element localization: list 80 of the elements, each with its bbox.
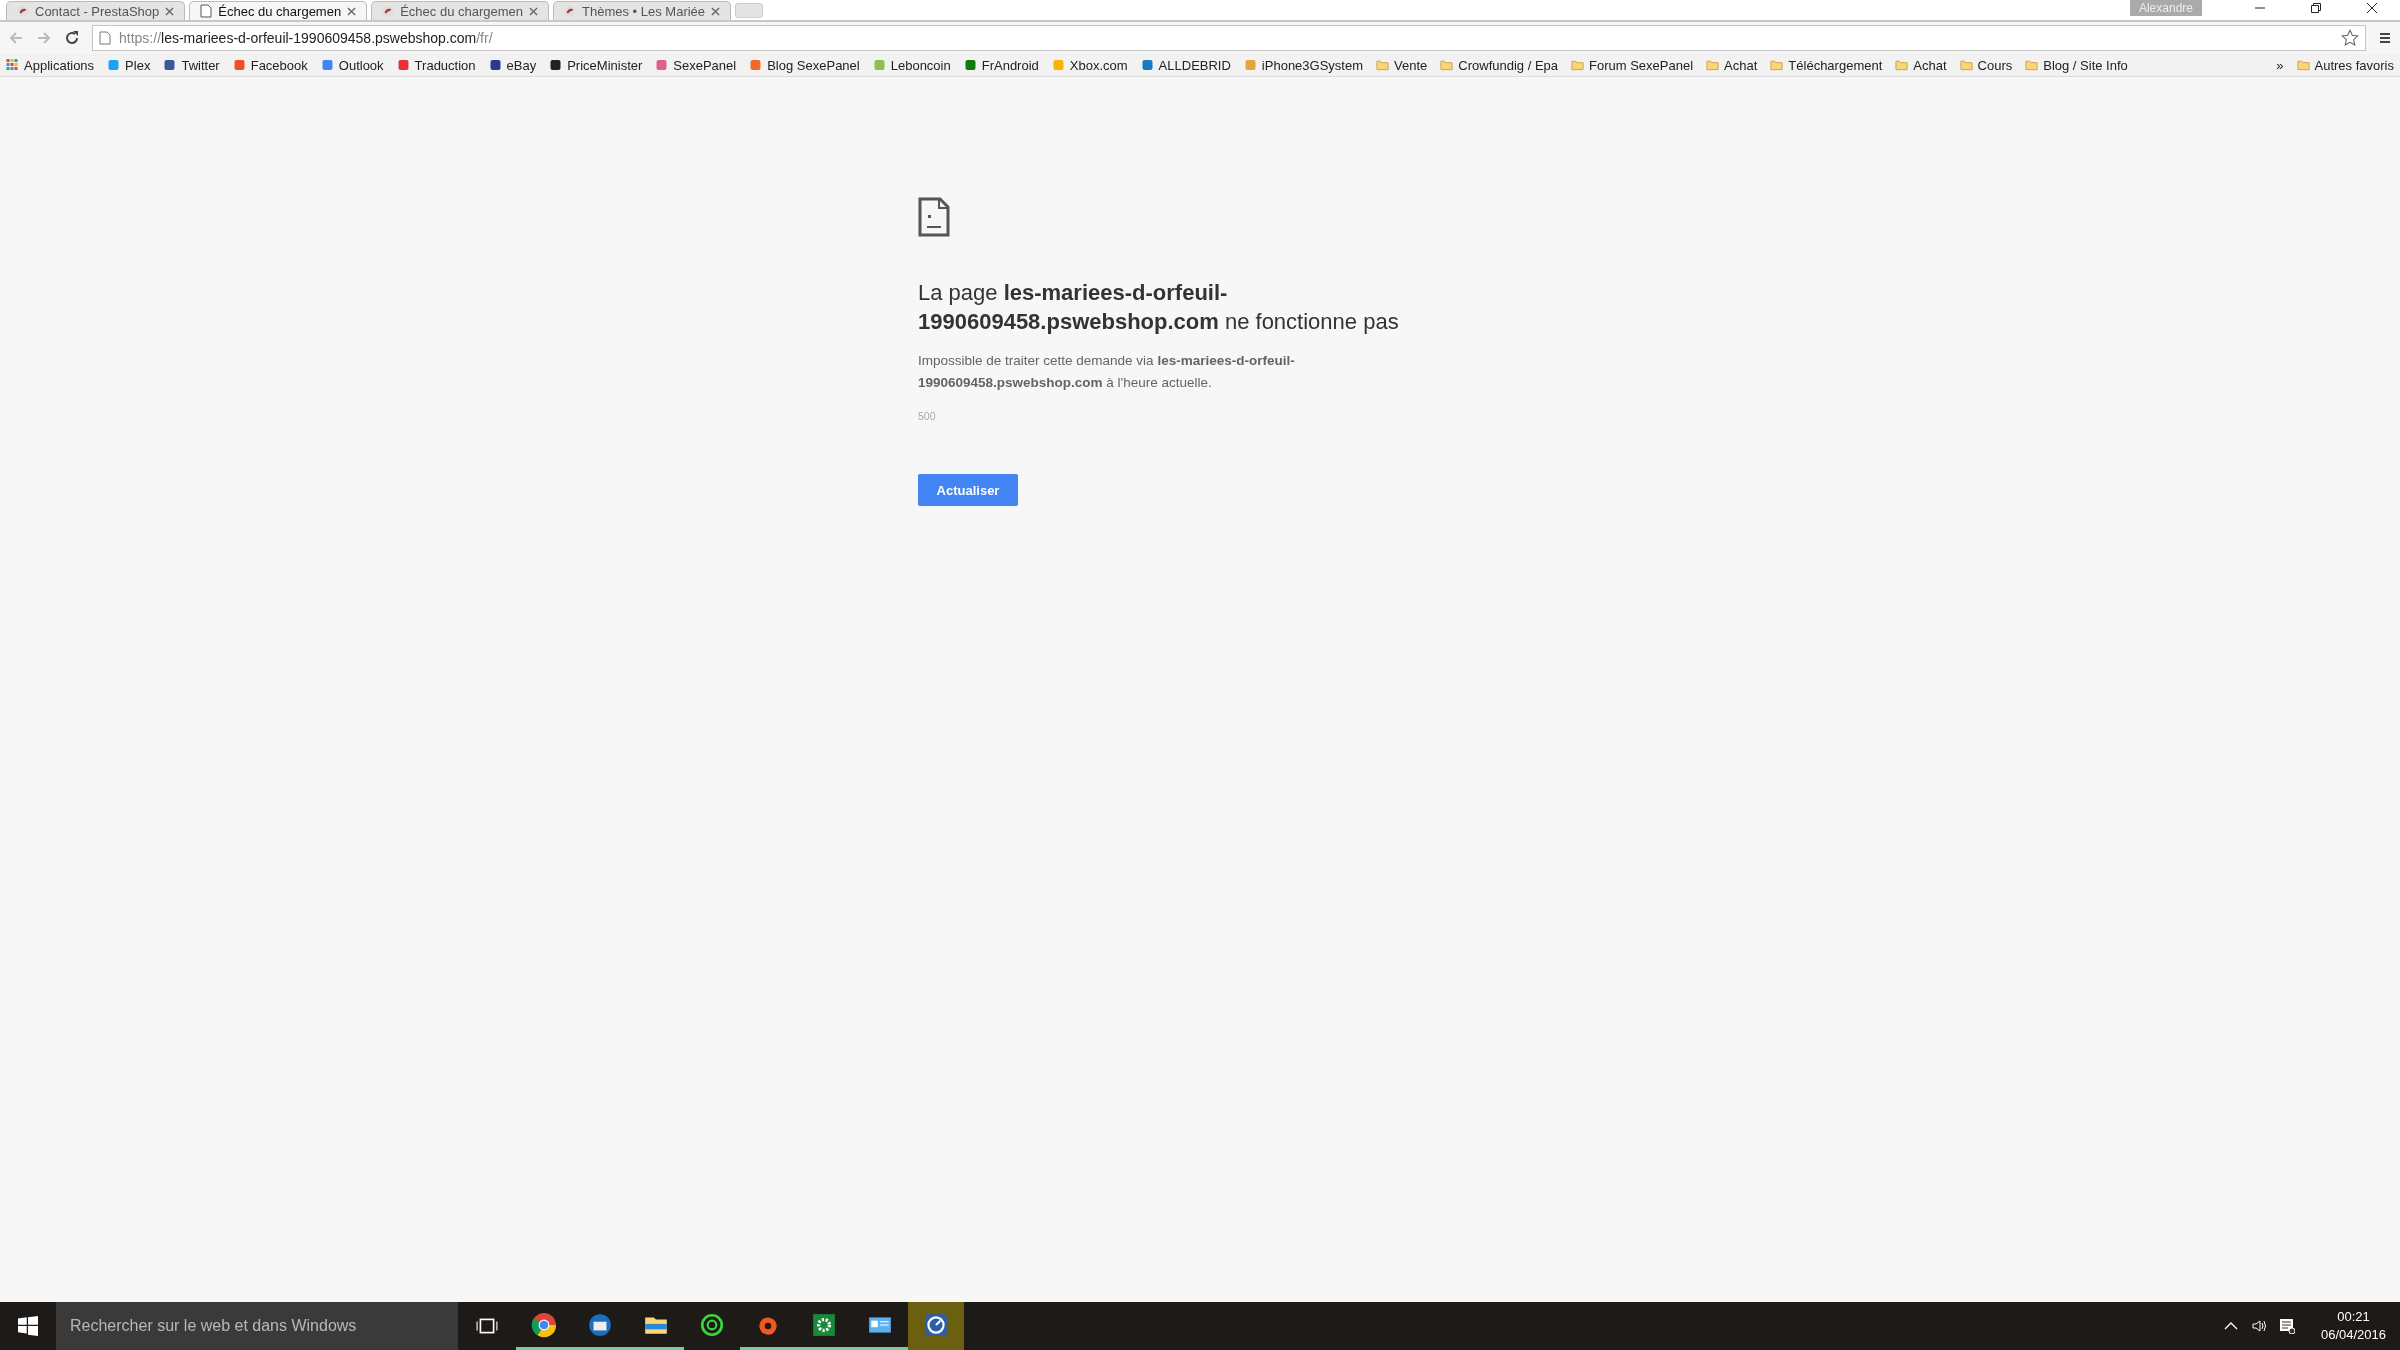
bookmark[interactable]: eBay <box>488 57 537 73</box>
apps-grid-icon <box>6 59 19 71</box>
bookmark[interactable]: Achat <box>1895 57 1947 73</box>
bookmark[interactable]: Traduction <box>396 57 476 73</box>
clock-button[interactable]: 00:21 06/04/2016 <box>2300 1308 2400 1344</box>
site-icon <box>1140 59 1154 71</box>
ring-icon <box>699 1311 725 1338</box>
page-icon <box>99 31 111 45</box>
browser-icon <box>531 1311 557 1338</box>
folder-icon <box>1895 59 1909 71</box>
menu-icon[interactable] <box>2378 31 2392 45</box>
search-field[interactable]: Rechercher sur le web et dans Windows <box>56 1302 458 1350</box>
bookmark[interactable]: Vente <box>1376 57 1428 73</box>
bookmark[interactable]: Xbox.com <box>1051 57 1128 73</box>
taskbar-app[interactable] <box>908 1302 964 1350</box>
tab-title: Thèmes • Les Mariée <box>582 3 706 19</box>
reload-icon[interactable] <box>64 30 80 46</box>
site-icon <box>163 59 177 71</box>
bookmark[interactable]: Facebook <box>232 57 308 73</box>
url-text: https://les-mariees-d-orfeuil-1990609458.pswebshop.com/fr/ <box>119 30 493 46</box>
bookmark[interactable]: Blog / Site Info <box>2025 57 2128 73</box>
site-icon <box>232 59 246 71</box>
restore-icon[interactable] <box>2310 2 2322 14</box>
folder-icon <box>1376 59 1390 71</box>
notification-icon[interactable] <box>2278 1318 2295 1334</box>
speaker-icon[interactable] <box>2250 1318 2267 1334</box>
site-icon <box>107 59 121 71</box>
bookmark[interactable]: Téléchargement <box>1770 57 1883 73</box>
site-icon <box>963 59 977 71</box>
mail-icon <box>587 1311 613 1338</box>
site-icon <box>320 59 334 71</box>
bookmark[interactable]: Autres favoris <box>2296 57 2394 73</box>
tab-title: Échec du chargemen <box>400 3 523 19</box>
tab-title: Échec du chargemen <box>218 3 342 19</box>
address-bar[interactable]: https://les-mariees-d-orfeuil-1990609458.pswebshop.com/fr/ <box>92 25 2366 51</box>
reload-button[interactable]: Actualiser <box>918 474 1018 506</box>
bookmark[interactable]: Cours <box>1959 57 2013 73</box>
error-code: 500 <box>918 410 937 422</box>
site-icon <box>1051 59 1065 71</box>
page-icon <box>200 4 213 18</box>
site-icon <box>749 59 763 71</box>
bookmark[interactable]: Crowfundig / Epa <box>1440 57 1559 73</box>
browser-tab[interactable]: Échec du chargemen <box>371 1 549 20</box>
site-icon <box>655 59 669 71</box>
bookmark[interactable]: iPhone3GSystem <box>1243 57 1364 73</box>
bookmark[interactable]: Leboncoin <box>872 57 951 73</box>
tab-title: Contact - PrestaShop <box>35 3 160 19</box>
folder-icon <box>1571 59 1585 71</box>
site-icon <box>488 59 502 71</box>
gauge-icon <box>923 1311 949 1338</box>
bookmark[interactable]: ALLDEBRID <box>1140 57 1231 73</box>
folder-icon <box>1440 59 1454 71</box>
browser-tab[interactable]: Contact - PrestaShop <box>6 1 186 20</box>
more-bookmarks-button[interactable]: » <box>2276 57 2284 73</box>
folder-icon <box>1959 59 1973 71</box>
bookmark[interactable]: Twitter <box>163 57 220 73</box>
close-icon[interactable] <box>2366 2 2378 14</box>
star-icon[interactable] <box>2341 29 2359 47</box>
bookmark[interactable]: PriceMinister <box>549 57 643 73</box>
browser-tab[interactable]: Thèmes • Les Mariée <box>553 1 732 20</box>
bookmark[interactable]: Outlook <box>320 57 384 73</box>
site-icon <box>1243 59 1257 71</box>
site-icon <box>549 59 563 71</box>
bookmark[interactable]: FrAndroid <box>963 57 1039 73</box>
bookmark[interactable]: SexePanel <box>655 57 737 73</box>
bookmark[interactable]: Applications <box>6 57 95 73</box>
error-message: Impossible de traiter cette demande via les-mariees-d-orfeuil-1990609458.pswebshop.com à l'heure actuelle. <box>918 352 1296 392</box>
bookmark[interactable]: Blog SexePanel <box>749 57 860 73</box>
sad-page-icon <box>918 197 950 237</box>
bookmark[interactable]: Forum SexePanel <box>1571 57 1694 73</box>
folder-icon <box>2025 59 2039 71</box>
site-icon <box>396 59 410 71</box>
bookmark[interactable]: Achat <box>1706 57 1758 73</box>
site-icon <box>872 59 886 71</box>
folder-icon <box>1770 59 1784 71</box>
folder-icon <box>1706 59 1720 71</box>
folder-icon <box>2296 59 2310 71</box>
error-heading: La page les-mariees-d-orfeuil-1990609458.pswebshop.com ne fonctionne pas <box>918 279 1400 336</box>
browser-tab[interactable]: Échec du chargemen <box>189 1 368 20</box>
bookmark[interactable]: Plex <box>107 57 151 73</box>
